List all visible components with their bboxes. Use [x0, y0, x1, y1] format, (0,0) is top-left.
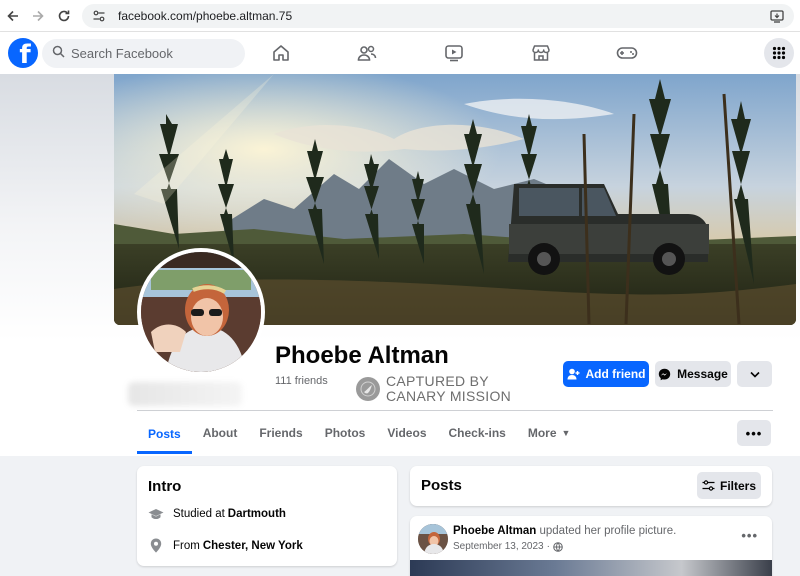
post-image[interactable]: [410, 560, 772, 576]
watermark-line2: CANARY MISSION: [386, 388, 512, 404]
chevron-down-icon: [749, 367, 760, 381]
filters-button[interactable]: Filters: [697, 472, 761, 499]
friends-icon[interactable]: [354, 41, 380, 65]
profile-tabs: Posts About Friends Photos Videos Check-…: [137, 414, 581, 454]
post-author-avatar[interactable]: [418, 524, 448, 554]
divider: [137, 410, 773, 411]
filters-icon: [702, 480, 715, 491]
posts-title: Posts: [421, 477, 462, 494]
add-friend-icon: [567, 368, 580, 380]
post-options-icon[interactable]: •••: [741, 528, 758, 543]
tab-check-ins[interactable]: Check-ins: [438, 414, 517, 452]
tab-videos[interactable]: Videos: [376, 414, 437, 452]
tab-more-label: More: [527, 426, 557, 440]
globe-icon: [553, 541, 563, 552]
education-prefix: Studied at: [173, 508, 225, 520]
post-date-separator: ·: [546, 541, 550, 552]
message-button[interactable]: Message: [655, 361, 731, 387]
location-row: From Chester, New York: [148, 538, 303, 553]
intro-card: Intro Studied at Dartmouth From Chester,…: [137, 466, 397, 566]
location-prefix: From: [173, 539, 200, 552]
profile-picture[interactable]: [137, 248, 265, 376]
marketplace-icon[interactable]: [528, 41, 554, 65]
messenger-icon: [658, 368, 671, 381]
install-app-icon[interactable]: [770, 10, 784, 26]
reload-icon[interactable]: [51, 3, 77, 29]
post-meta: September 13, 2023 ·: [453, 541, 563, 552]
location-place[interactable]: Chester, New York: [203, 540, 303, 552]
search-box[interactable]: [42, 39, 245, 68]
location-pin-icon: [148, 538, 164, 553]
video-icon[interactable]: [441, 41, 467, 65]
facebook-logo[interactable]: f: [8, 38, 38, 68]
redacted-region: [128, 382, 242, 406]
post-action: updated her profile picture.: [539, 525, 677, 537]
profile-name: Phoebe Altman: [275, 342, 449, 369]
grid-menu-icon[interactable]: [764, 38, 794, 68]
ellipsis-icon: •••: [745, 425, 763, 441]
tab-posts[interactable]: Posts: [137, 414, 192, 454]
gaming-icon[interactable]: [614, 41, 640, 65]
post-header-text: Phoebe Altman updated her profile pictur…: [453, 525, 676, 537]
message-label: Message: [677, 367, 728, 381]
url-text: facebook.com/phoebe.altman.75: [118, 9, 293, 23]
posts-header-card: Posts Filters: [410, 466, 772, 506]
watermark: CAPTURED BY CANARY MISSION: [356, 374, 511, 404]
facebook-header: f: [0, 32, 800, 74]
forward-icon[interactable]: [25, 3, 51, 29]
search-icon: [52, 45, 65, 63]
graduation-cap-icon: [148, 508, 164, 520]
add-friend-label: Add friend: [585, 367, 646, 381]
address-bar[interactable]: facebook.com/phoebe.altman.75: [82, 4, 794, 28]
tab-about[interactable]: About: [192, 414, 249, 452]
tab-friends[interactable]: Friends: [248, 414, 313, 452]
back-icon[interactable]: [0, 3, 26, 29]
watermark-line1: CAPTURED BY: [386, 373, 489, 389]
more-options-button[interactable]: •••: [737, 420, 771, 446]
canary-logo-icon: [356, 377, 380, 401]
filters-label: Filters: [719, 478, 756, 493]
tab-photos[interactable]: Photos: [314, 414, 377, 452]
post-author-name[interactable]: Phoebe Altman: [453, 525, 536, 537]
education-row: Studied at Dartmouth: [148, 508, 286, 520]
friends-count[interactable]: 111 friends: [275, 375, 328, 387]
post-card: Phoebe Altman updated her profile pictur…: [410, 516, 772, 576]
tab-more[interactable]: More ▼: [517, 414, 582, 452]
home-icon[interactable]: [268, 41, 294, 65]
caret-down-icon: ▼: [561, 428, 571, 438]
intro-title: Intro: [148, 478, 182, 495]
profile-options-button[interactable]: [737, 361, 772, 387]
post-date[interactable]: September 13, 2023: [453, 541, 544, 552]
browser-toolbar: facebook.com/phoebe.altman.75: [0, 0, 800, 32]
education-school[interactable]: Dartmouth: [228, 508, 286, 520]
add-friend-button[interactable]: Add friend: [563, 361, 649, 387]
site-settings-icon[interactable]: [92, 8, 108, 24]
search-input[interactable]: [71, 46, 231, 61]
